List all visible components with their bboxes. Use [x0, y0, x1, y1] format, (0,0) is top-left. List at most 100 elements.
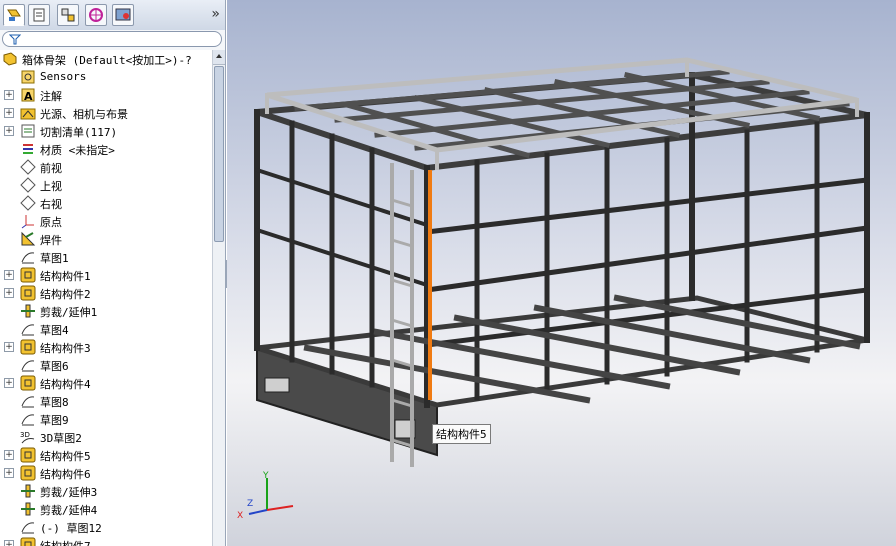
- tree-item-label: 剪裁/延伸4: [40, 504, 98, 517]
- filter-bar: [0, 30, 225, 50]
- tree-item-label: 上视: [40, 180, 62, 193]
- sketch-icon: [20, 411, 36, 427]
- expand-toggle[interactable]: +: [4, 126, 14, 136]
- plane-icon: [20, 159, 36, 175]
- tree-item-label: 结构构件4: [40, 378, 91, 391]
- tree-item[interactable]: + 结构构件1: [0, 266, 212, 284]
- tree-item-label: 材质 <未指定>: [40, 144, 115, 157]
- tree-item-label: 剪裁/延伸1: [40, 306, 98, 319]
- trim-extend-icon: [20, 303, 36, 319]
- triad-y-label: Y: [262, 471, 269, 481]
- triad-z-label: Z: [247, 499, 253, 509]
- tree-item[interactable]: 草图1: [0, 248, 212, 266]
- tree-item[interactable]: 3D 3D草图2: [0, 428, 212, 446]
- feature-manager-icon: [7, 9, 21, 21]
- structural-member-icon: [20, 375, 36, 391]
- sketch-icon: [20, 357, 36, 373]
- cutlist-icon: [20, 123, 36, 139]
- tree-item[interactable]: + 结构构件2: [0, 284, 212, 302]
- tree-item[interactable]: (-) 草图12: [0, 518, 212, 536]
- tree-item-label: 注解: [40, 90, 62, 103]
- plane-icon: [20, 177, 36, 193]
- tree-item[interactable]: + 结构构件5: [0, 446, 212, 464]
- tree-item-label: 草图1: [40, 252, 69, 265]
- sketch-icon: [20, 321, 36, 337]
- tree-item[interactable]: 剪裁/延伸3: [0, 482, 212, 500]
- svg-text:3D: 3D: [20, 431, 30, 439]
- expand-toggle[interactable]: +: [4, 288, 14, 298]
- tree-item[interactable]: + A 注解: [0, 86, 212, 104]
- expand-toggle[interactable]: +: [4, 468, 14, 478]
- tree-item[interactable]: 右视: [0, 194, 212, 212]
- scroll-thumb[interactable]: [214, 66, 224, 242]
- trim-extend-icon: [20, 483, 36, 499]
- tree-item-label: 结构构件6: [40, 468, 91, 481]
- tree-item-label: 切割清单(117): [40, 126, 118, 139]
- tree-item-label: 结构构件2: [40, 288, 91, 301]
- filter-icon: [9, 34, 21, 45]
- tree-item-label: Sensors: [40, 70, 87, 83]
- tree-item[interactable]: Sensors: [0, 68, 212, 86]
- tree-item-label: 草图8: [40, 396, 69, 409]
- structural-member-icon: [20, 339, 36, 355]
- tree-item[interactable]: 草图4: [0, 320, 212, 338]
- configuration-manager-tab[interactable]: [57, 4, 79, 26]
- dimxpert-tab[interactable]: [85, 4, 107, 26]
- tree-item-label: 3D草图2: [40, 432, 82, 445]
- sketch-icon: [20, 249, 36, 265]
- tree-root-label: 箱体骨架 (Default<按加工>)-?: [22, 54, 192, 67]
- expand-toggle[interactable]: +: [4, 378, 14, 388]
- structural-member-icon: [20, 285, 36, 301]
- structural-member-icon: [20, 447, 36, 463]
- tree-item[interactable]: 焊件: [0, 230, 212, 248]
- scroll-up-button[interactable]: [213, 50, 225, 65]
- tree-item-label: 结构构件7: [40, 538, 91, 546]
- feature-manager-tab[interactable]: [3, 4, 25, 26]
- tree-item[interactable]: 前视: [0, 158, 212, 176]
- tree-item-label: 右视: [40, 198, 62, 211]
- tree-item[interactable]: 草图8: [0, 392, 212, 410]
- expand-toggle[interactable]: +: [4, 108, 14, 118]
- tree-item-label: 焊件: [40, 234, 62, 247]
- display-manager-tab[interactable]: [112, 4, 134, 26]
- selection-tooltip: 结构构件5: [432, 424, 491, 444]
- structural-member-icon: [20, 465, 36, 481]
- frame-model[interactable]: Y X Z: [227, 0, 896, 546]
- expand-toggle[interactable]: +: [4, 450, 14, 460]
- tree-item[interactable]: 原点: [0, 212, 212, 230]
- expand-toggle[interactable]: +: [4, 270, 14, 280]
- property-manager-icon: [33, 8, 45, 22]
- sketch-icon: [20, 393, 36, 409]
- tabs-more-button[interactable]: »: [211, 6, 220, 22]
- tree-item[interactable]: + 结构构件4: [0, 374, 212, 392]
- tree-item-label: 结构构件1: [40, 270, 91, 283]
- tree-scrollbar[interactable]: [212, 50, 225, 546]
- tree-item-label: 光源、相机与布景: [40, 108, 128, 121]
- tree-root[interactable]: 箱体骨架 (Default<按加工>)-?: [0, 50, 212, 68]
- graphics-viewport[interactable]: Y X Z: [227, 0, 896, 546]
- coordinate-triad: Y X Z: [237, 471, 294, 521]
- tree-item[interactable]: 上视: [0, 176, 212, 194]
- property-manager-tab[interactable]: [28, 4, 50, 26]
- tree-item[interactable]: + 切割清单(117): [0, 122, 212, 140]
- weldment-icon: [20, 231, 36, 247]
- structural-member-icon: [20, 537, 36, 546]
- expand-toggle[interactable]: +: [4, 90, 14, 100]
- structural-member-icon: [20, 267, 36, 283]
- tree-item[interactable]: 剪裁/延伸1: [0, 302, 212, 320]
- tree-item[interactable]: 剪裁/延伸4: [0, 500, 212, 518]
- tree-item[interactable]: 草图9: [0, 410, 212, 428]
- tree-item[interactable]: + 结构构件3: [0, 338, 212, 356]
- lights-icon: [20, 105, 36, 121]
- tree-item[interactable]: + 结构构件7: [0, 536, 212, 546]
- expand-toggle[interactable]: +: [4, 342, 14, 352]
- svg-text:A: A: [24, 90, 33, 103]
- expand-toggle[interactable]: +: [4, 540, 14, 546]
- tree-item[interactable]: 草图6: [0, 356, 212, 374]
- tree-item[interactable]: 材质 <未指定>: [0, 140, 212, 158]
- filter-input[interactable]: [2, 31, 222, 47]
- tree-item[interactable]: + 结构构件6: [0, 464, 212, 482]
- tree-item-label: 前视: [40, 162, 62, 175]
- triad-x-label: X: [237, 511, 243, 521]
- tree-item[interactable]: + 光源、相机与布景: [0, 104, 212, 122]
